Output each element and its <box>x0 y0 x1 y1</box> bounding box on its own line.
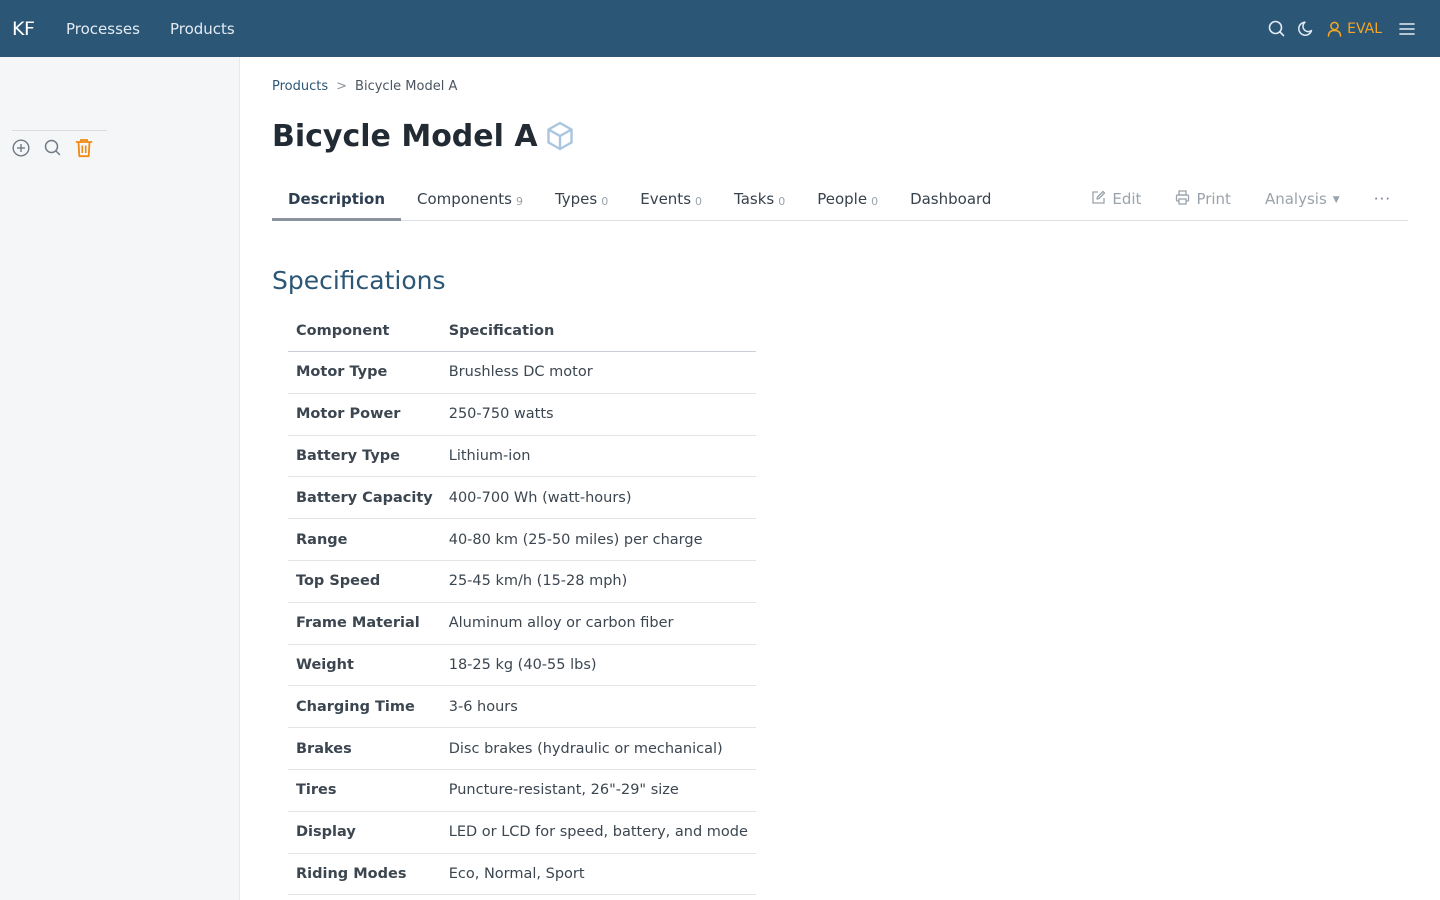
table-row: Display LED or LCD for speed, battery, an… <box>288 811 756 854</box>
cell-specification: 3-6 hours <box>440 685 756 729</box>
breadcrumb-products[interactable]: Products <box>272 79 328 94</box>
cell-component: Charging Time <box>288 685 441 729</box>
table-row: Weight 18-25 kg (40-55 lbs) <box>288 644 756 687</box>
table-header-row: Component Specification <box>288 313 756 352</box>
cell-component: Range <box>288 518 441 561</box>
table-row: Battery Capacity 400-700 Wh (watt-hours) <box>288 476 756 520</box>
cell-specification: 25-45 km/h (15-28 mph) <box>440 560 756 603</box>
tab-components[interactable]: Components 9 <box>401 181 539 221</box>
printer-icon <box>1176 190 1190 205</box>
cube-icon <box>546 121 574 155</box>
cell-component: Weight <box>288 644 441 687</box>
table-row: Riding Modes Eco, Normal, Sport <box>288 853 756 896</box>
sidebar <box>0 57 240 900</box>
moon-icon[interactable] <box>1291 0 1321 57</box>
table-row: Tires Puncture-resistant, 26"-29" size <box>288 769 756 812</box>
tab-count: 0 <box>778 195 786 208</box>
cell-component: Motor Power <box>288 393 441 436</box>
tab-label: Components <box>417 190 512 208</box>
analysis-dropdown[interactable]: Analysis ▼ <box>1248 181 1357 221</box>
nav-link-processes[interactable]: Processes <box>66 20 140 38</box>
cell-specification: Brushless DC motor <box>440 351 756 394</box>
trash-icon[interactable] <box>75 133 107 163</box>
navbar-right: EVAL <box>1261 0 1440 57</box>
page-title: Bicycle Model A <box>272 118 538 154</box>
add-circle-icon[interactable] <box>12 133 44 163</box>
tab-label: People <box>817 190 868 208</box>
table-row: Range 40-80 km (25-50 miles) per charge <box>288 518 756 561</box>
tab-people[interactable]: People 0 <box>801 181 894 221</box>
cell-component: Display <box>288 811 441 854</box>
tab-types[interactable]: Types 0 <box>539 181 624 221</box>
user-menu[interactable]: EVAL <box>1327 21 1382 37</box>
tab-count: 9 <box>515 195 523 208</box>
tab-tasks[interactable]: Tasks 0 <box>718 181 801 221</box>
tab-label: Tasks <box>734 190 775 208</box>
cell-specification: Puncture-resistant, 26"-29" size <box>440 769 756 812</box>
print-button[interactable]: Print <box>1158 181 1248 221</box>
more-options-button[interactable]: ··· <box>1357 181 1408 221</box>
title-row: Bicycle Model A <box>272 117 574 155</box>
cell-component: Top Speed <box>288 560 441 603</box>
specifications-table: Component Specification Motor Type Brushl… <box>288 313 756 896</box>
user-icon <box>1327 21 1342 37</box>
tab-dashboard[interactable]: Dashboard <box>894 181 1007 221</box>
cell-component: Motor Type <box>288 351 441 394</box>
table-row: Motor Type Brushless DC motor <box>288 351 756 394</box>
print-label: Print <box>1196 190 1231 208</box>
breadcrumb-current: Bicycle Model A <box>355 79 458 94</box>
tab-bar: Description Components 9 Types 0 Events … <box>272 181 1408 221</box>
cell-specification: 40-80 km (25-50 miles) per charge <box>440 518 756 561</box>
analysis-label: Analysis <box>1264 190 1327 208</box>
edit-button[interactable]: Edit <box>1074 181 1158 221</box>
table-row: Frame Material Aluminum alloy or carbon f… <box>288 602 756 645</box>
table-row: Top Speed 25-45 km/h (15-28 mph) <box>288 560 756 603</box>
tab-count: 0 <box>601 195 609 208</box>
tab-label: Dashboard <box>910 190 992 208</box>
tab-label: Types <box>554 190 598 208</box>
column-header-specification: Specification <box>440 313 756 352</box>
tab-description[interactable]: Description <box>272 181 402 221</box>
cell-specification: Aluminum alloy or carbon fiber <box>440 602 756 645</box>
cell-specification: 18-25 kg (40-55 lbs) <box>440 644 756 687</box>
cell-specification: Lithium-ion <box>440 435 756 478</box>
breadcrumb-separator: > <box>336 79 348 94</box>
tab-count: 0 <box>871 195 879 208</box>
cell-specification: 250-750 watts <box>440 393 756 436</box>
tab-events[interactable]: Events 0 <box>624 181 718 221</box>
tab-label: Description <box>288 190 386 208</box>
table-row: Brakes Disc brakes (hydraulic or mechanic… <box>288 727 756 770</box>
cell-component: Tires <box>288 769 441 812</box>
cell-component: Frame Material <box>288 602 441 645</box>
cell-specification: Eco, Normal, Sport <box>440 853 756 896</box>
top-navbar: KF Processes Products EVAL <box>0 0 1440 57</box>
cell-component: Riding Modes <box>288 853 441 896</box>
breadcrumb: Products > Bicycle Model A <box>272 79 457 94</box>
cell-specification: 400-700 Wh (watt-hours) <box>440 476 756 520</box>
table-row: Battery Type Lithium-ion <box>288 435 756 478</box>
column-header-component: Component <box>288 313 441 352</box>
user-label: EVAL <box>1347 20 1382 37</box>
brand-logo[interactable]: KF <box>12 18 66 40</box>
section-title-specifications: Specifications <box>272 266 446 295</box>
edit-label: Edit <box>1112 190 1142 208</box>
tab-actions: Edit Print Analysis ▼ ··· <box>1074 181 1408 221</box>
sidebar-search-icon[interactable] <box>44 133 76 163</box>
caret-down-icon: ▼ <box>1332 195 1340 205</box>
edit-icon <box>1092 190 1106 204</box>
cell-component: Brakes <box>288 727 441 770</box>
cell-component: Battery Capacity <box>288 476 441 520</box>
hamburger-icon[interactable] <box>1392 0 1422 57</box>
table-row: Motor Power 250-750 watts <box>288 393 756 436</box>
tab-count: 0 <box>695 195 703 208</box>
cell-specification: Disc brakes (hydraulic or mechanical) <box>440 727 756 770</box>
table-row: Charging Time 3-6 hours <box>288 685 756 729</box>
cell-component: Battery Type <box>288 435 441 478</box>
tab-label: Events <box>640 190 692 208</box>
search-icon[interactable] <box>1261 0 1291 57</box>
cell-specification: LED or LCD for speed, battery, and mode <box>440 811 756 854</box>
more-icon: ··· <box>1373 190 1391 208</box>
sidebar-toolbar <box>12 130 107 164</box>
nav-link-products[interactable]: Products <box>170 20 235 38</box>
